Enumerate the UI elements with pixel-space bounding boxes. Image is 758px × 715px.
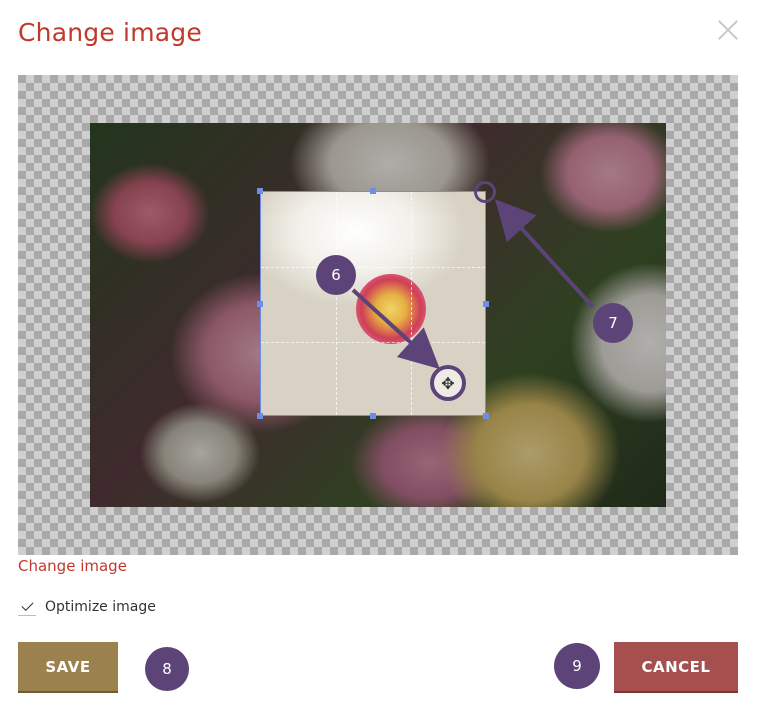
callout-6: 6 bbox=[316, 255, 356, 295]
crop-handle-bottom-left[interactable] bbox=[257, 413, 263, 419]
crop-handle-bottom-right[interactable] bbox=[483, 413, 489, 419]
resize-handle-marker[interactable] bbox=[474, 181, 496, 203]
optimize-image-option[interactable]: Optimize image bbox=[18, 596, 156, 618]
crop-guide bbox=[336, 192, 337, 415]
crop-guide bbox=[411, 192, 412, 415]
check-icon[interactable] bbox=[18, 598, 36, 616]
callout-9: 9 bbox=[554, 643, 600, 689]
dialog-title: Change image bbox=[18, 18, 202, 47]
crop-handle-top-left[interactable] bbox=[257, 188, 263, 194]
callout-8: 8 bbox=[145, 647, 189, 691]
crop-handle-top[interactable] bbox=[370, 188, 376, 194]
crop-guide bbox=[261, 342, 485, 343]
crop-handle-right[interactable] bbox=[483, 301, 489, 307]
crop-handle-left[interactable] bbox=[257, 301, 263, 307]
image-editor[interactable]: ✥ 6 7 bbox=[18, 75, 738, 555]
change-image-dialog: Change image ✥ 6 7 Change image Optimize… bbox=[0, 0, 758, 715]
move-icon[interactable]: ✥ bbox=[430, 365, 466, 401]
crop-handle-bottom[interactable] bbox=[370, 413, 376, 419]
callout-7: 7 bbox=[593, 303, 633, 343]
flower-center bbox=[356, 274, 426, 344]
cancel-button[interactable]: CANCEL bbox=[614, 642, 738, 693]
crop-guide bbox=[261, 267, 485, 268]
close-icon[interactable] bbox=[714, 16, 742, 44]
change-image-link[interactable]: Change image bbox=[18, 557, 127, 575]
optimize-image-label: Optimize image bbox=[45, 599, 156, 615]
save-button[interactable]: SAVE bbox=[18, 642, 118, 693]
